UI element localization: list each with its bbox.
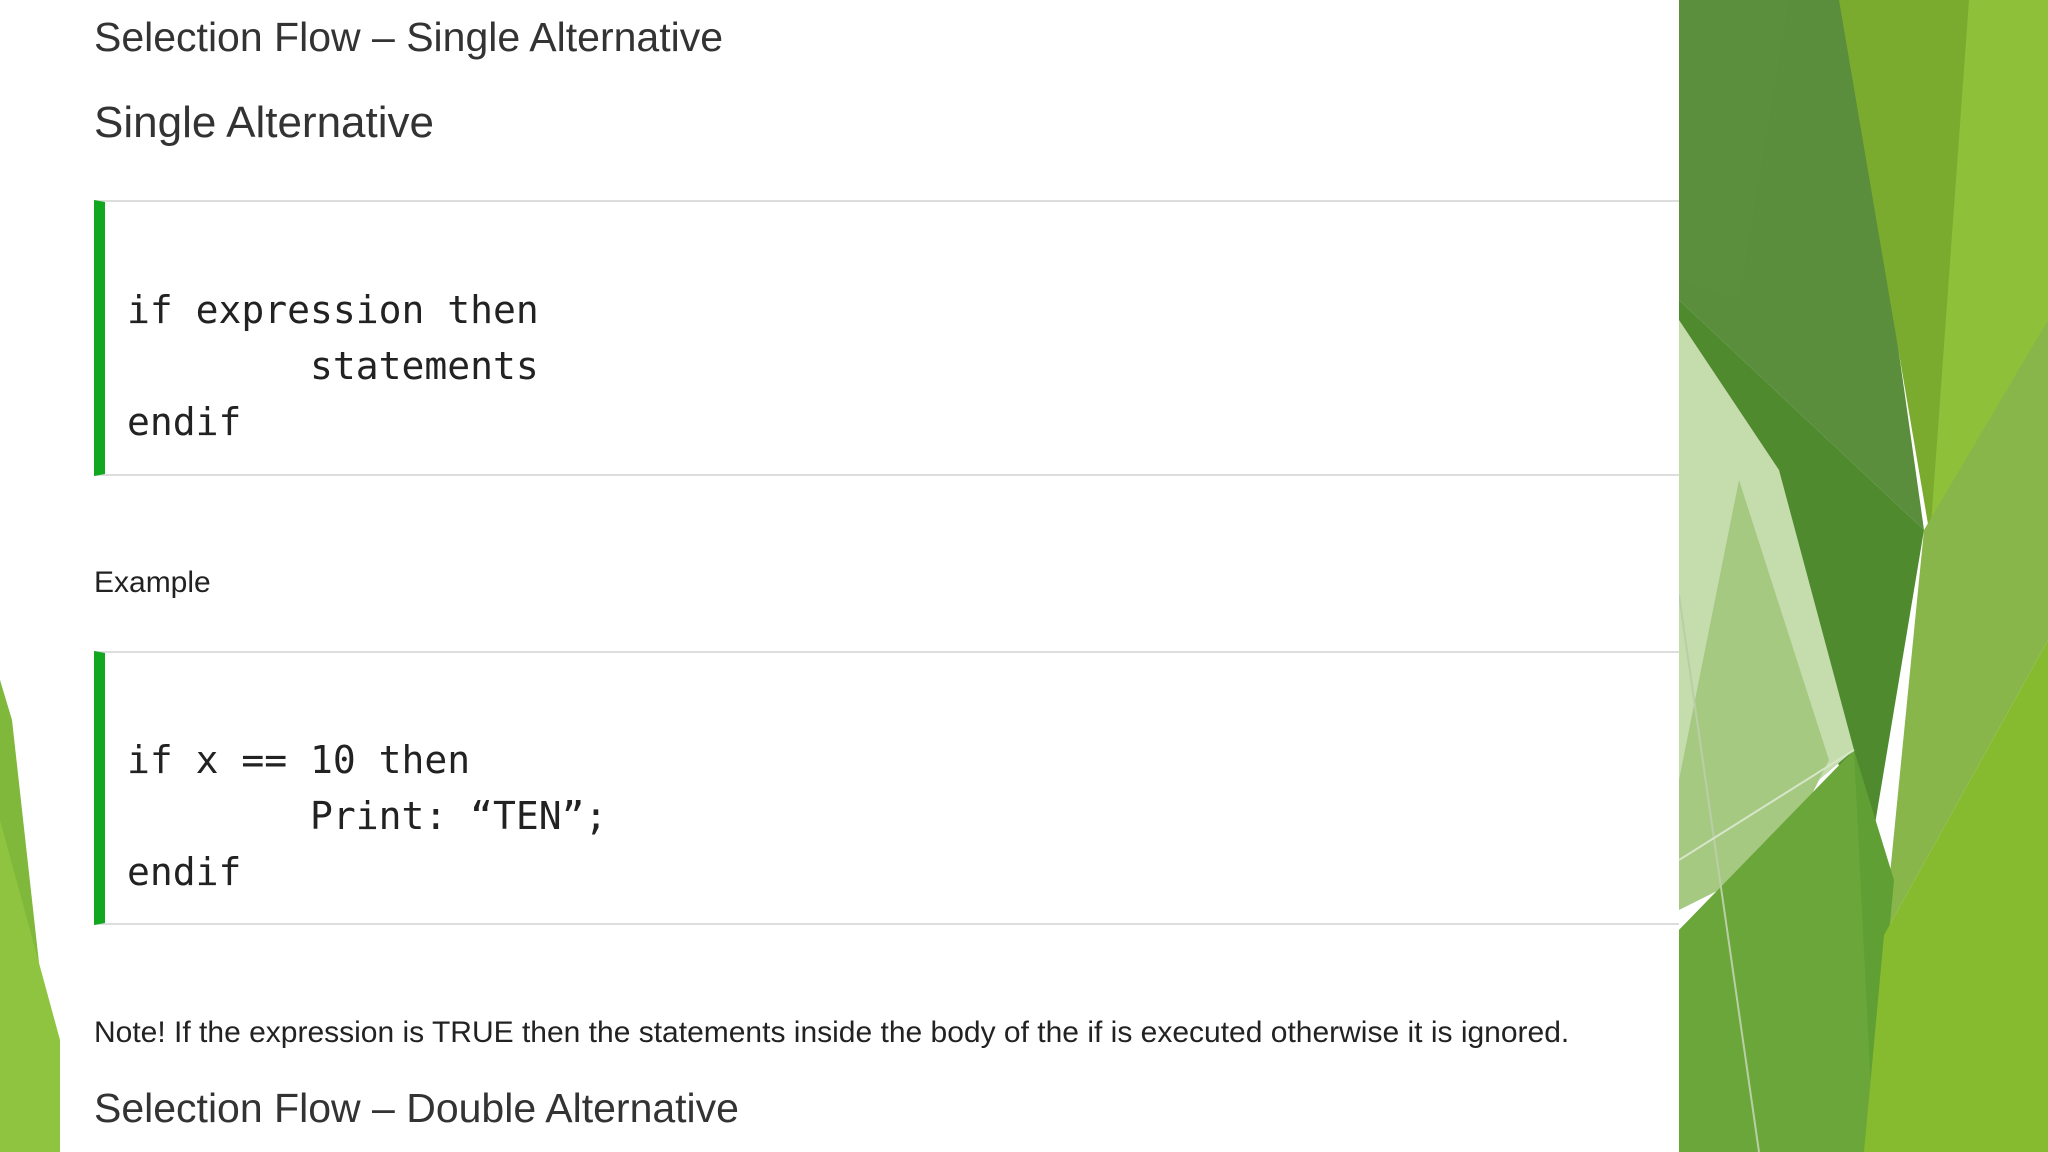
- slide-content: Selection Flow – Single Alternative Sing…: [94, 0, 1679, 1152]
- example-code-block: if x == 10 then Print: “TEN”; endif: [94, 651, 1679, 925]
- slide: Selection Flow – Single Alternative Sing…: [0, 0, 2048, 1152]
- code-line: endif: [127, 850, 242, 894]
- code-line: endif: [127, 400, 242, 444]
- code-line: if x == 10 then: [127, 738, 471, 782]
- section-heading: Single Alternative: [94, 98, 434, 147]
- right-green-facets-decoration: [1679, 0, 2048, 1152]
- page-title: Selection Flow – Single Alternative: [94, 14, 724, 60]
- code-line: if expression then: [127, 288, 539, 332]
- code-line: Print: “TEN”;: [127, 794, 608, 838]
- left-green-sliver-decoration: [0, 680, 60, 1152]
- code-line: statements: [127, 344, 539, 388]
- note-text: Note! If the expression is TRUE then the…: [94, 1016, 1570, 1049]
- syntax-code-block: if expression then statements endif: [94, 200, 1679, 476]
- next-section-heading: Selection Flow – Double Alternative: [94, 1085, 739, 1131]
- example-label: Example: [94, 566, 211, 599]
